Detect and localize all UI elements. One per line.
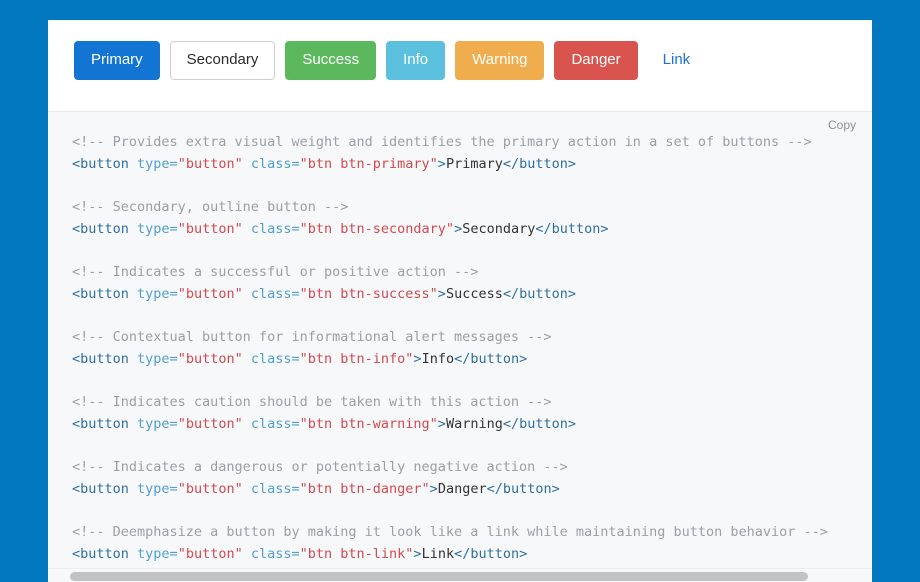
code-attr-name: type=	[128, 481, 178, 497]
info-button[interactable]: Info	[386, 41, 446, 80]
code-comment-line: <!-- Deemphasize a button by making it l…	[72, 522, 872, 544]
code-comment-line: <!-- Contextual button for informational…	[72, 327, 872, 349]
code-comment: <!-- Indicates a successful or positive …	[72, 264, 479, 281]
code-tag-gt: >	[429, 481, 438, 497]
code-attr-value: "button"	[177, 155, 243, 172]
code-attr-value: "button"	[177, 415, 243, 432]
code-markup-line: <button type="button" class="btn btn-sec…	[72, 219, 872, 241]
code-attr-value: "btn btn-link"	[299, 546, 414, 563]
code-comment-line: <!-- Indicates caution should be taken w…	[72, 392, 872, 414]
code-attr-value: "button"	[177, 481, 243, 497]
code-attr-name: class=	[242, 220, 300, 237]
code-inner-text: Primary	[445, 155, 503, 172]
code-inner-text: Success	[445, 285, 503, 302]
code-attr-name: class=	[242, 481, 300, 497]
code-tag-close: </button>	[502, 285, 576, 302]
code-comment: <!-- Indicates caution should be taken w…	[72, 394, 552, 411]
copy-button[interactable]: Copy	[828, 118, 856, 132]
code-comment: <!-- Deemphasize a button by making it l…	[72, 524, 828, 541]
code-attr-value: "btn btn-primary"	[299, 155, 438, 172]
code-markup-line: <button type="button" class="btn btn-lin…	[72, 544, 872, 566]
code-attr-name: class=	[242, 546, 300, 563]
code-comment: <!-- Contextual button for informational…	[72, 329, 552, 346]
code-attr-value: "button"	[177, 350, 243, 367]
code-attr-name: type=	[128, 155, 178, 172]
code-tag-open: <button	[72, 155, 129, 172]
horizontal-scrollbar-track[interactable]	[48, 568, 872, 582]
code-inner-text: Warning	[445, 415, 503, 432]
content-panel: Primary Secondary Success Info Warning Danger…	[48, 20, 872, 582]
code-scroll-container[interactable]: <!-- Provides extra visual weight and id…	[48, 112, 872, 582]
code-tag-open: <button	[72, 546, 129, 563]
code-attr-name: class=	[242, 285, 300, 302]
code-attr-name: class=	[242, 350, 300, 367]
code-attr-name: type=	[128, 220, 178, 237]
code-attr-value: "btn btn-danger"	[299, 481, 430, 497]
code-attr-value: "btn btn-success"	[299, 285, 438, 302]
code-tag-close: </button>	[535, 220, 609, 237]
code-tag-gt: >	[437, 415, 446, 432]
code-attr-value: "button"	[177, 546, 243, 563]
code-attr-value: "btn btn-secondary"	[299, 220, 455, 237]
code-block-region: Copy <!-- Provides extra visual weight a…	[48, 112, 872, 582]
horizontal-scrollbar-thumb[interactable]	[70, 572, 808, 581]
primary-button[interactable]: Primary	[74, 41, 160, 80]
code-tag-close: </button>	[454, 546, 528, 563]
code-comment: <!-- Indicates a dangerous or potentiall…	[72, 459, 568, 476]
code-inner-text: Secondary	[462, 220, 536, 237]
code-attr-name: class=	[242, 155, 300, 172]
code-markup-line: <button type="button" class="btn btn-war…	[72, 414, 872, 436]
code-attr-name: type=	[128, 415, 178, 432]
code-tag-gt: >	[437, 155, 446, 172]
code-tag-gt: >	[413, 546, 422, 563]
code-tag-close: </button>	[486, 481, 560, 497]
link-button[interactable]: Link	[648, 41, 706, 80]
code-attr-value: "btn btn-info"	[299, 350, 414, 367]
code-comment: <!-- Secondary, outline button -->	[72, 199, 349, 216]
code-inner-text: Link	[421, 546, 455, 563]
code-attr-name: type=	[128, 350, 178, 367]
warning-button[interactable]: Warning	[455, 41, 545, 80]
code-comment: <!-- Provides extra visual weight and id…	[72, 134, 812, 150]
code-attr-value: "btn btn-warning"	[299, 415, 438, 432]
code-markup-line: <button type="button" class="btn btn-dan…	[72, 479, 872, 501]
secondary-button[interactable]: Secondary	[169, 41, 276, 80]
code-comment-line: <!-- Indicates a successful or positive …	[72, 262, 872, 284]
code-tag-gt: >	[413, 350, 422, 367]
code-tag-open: <button	[72, 285, 129, 302]
code-tag-open: <button	[72, 415, 129, 432]
code-comment-line: <!-- Provides extra visual weight and id…	[72, 132, 872, 154]
code-attr-value: "button"	[177, 220, 243, 237]
success-button[interactable]: Success	[285, 41, 377, 80]
code-tag-close: </button>	[502, 155, 576, 172]
code-attr-value: "button"	[177, 285, 243, 302]
code-tag-gt: >	[454, 220, 463, 237]
code-tag-close: </button>	[454, 350, 528, 367]
code-tag-close: </button>	[502, 415, 576, 432]
code-listing: <!-- Provides extra visual weight and id…	[48, 112, 872, 566]
button-preview-row: Primary Secondary Success Info Warning Danger…	[48, 20, 872, 112]
code-tag-open: <button	[72, 220, 129, 237]
code-comment-line: <!-- Secondary, outline button -->	[72, 197, 872, 219]
code-comment-line: <!-- Indicates a dangerous or potentiall…	[72, 457, 872, 479]
code-tag-open: <button	[72, 481, 129, 497]
code-markup-line: <button type="button" class="btn btn-pri…	[72, 154, 872, 176]
code-markup-line: <button type="button" class="btn btn-inf…	[72, 349, 872, 371]
code-attr-name: class=	[242, 415, 300, 432]
code-inner-text: Danger	[437, 481, 487, 497]
code-attr-name: type=	[128, 546, 178, 563]
danger-button[interactable]: Danger	[554, 41, 638, 80]
code-tag-open: <button	[72, 350, 129, 367]
code-tag-gt: >	[437, 285, 446, 302]
code-inner-text: Info	[421, 350, 455, 367]
code-attr-name: type=	[128, 285, 178, 302]
code-markup-line: <button type="button" class="btn btn-suc…	[72, 284, 872, 306]
